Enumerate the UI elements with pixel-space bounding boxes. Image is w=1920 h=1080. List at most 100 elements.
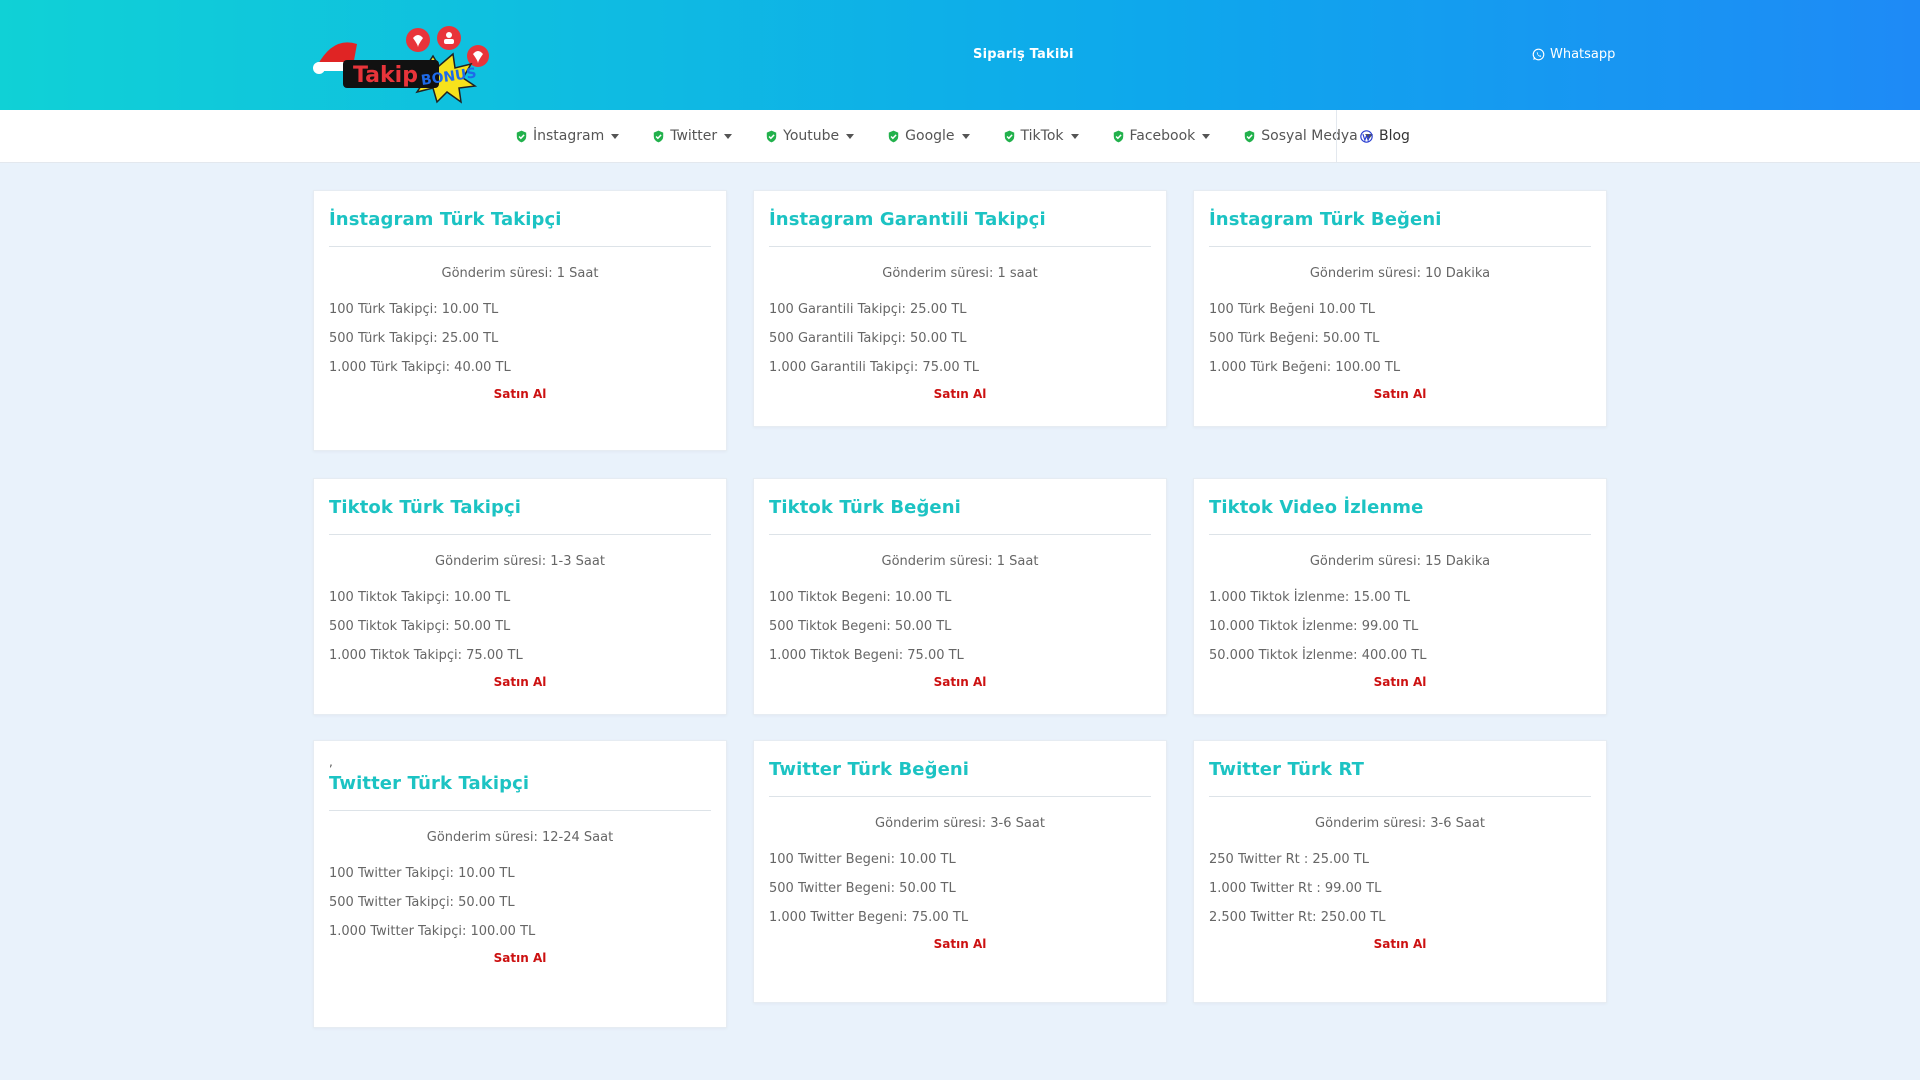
nav-google[interactable]: Google bbox=[887, 128, 970, 144]
price-row: 100 Türk Takipçi: 10.00 TL bbox=[329, 302, 499, 317]
caret-down-icon bbox=[1202, 133, 1211, 139]
price-row: 1.000 Twitter Takipçi: 100.00 TL bbox=[329, 924, 536, 939]
buy-button[interactable]: Satın Al bbox=[769, 937, 1151, 951]
price-row: 1.000 Türk Beğeni: 100.00 TL bbox=[1209, 360, 1401, 375]
price-row: 500 Garantili Takipçi: 50.00 TL bbox=[769, 331, 967, 346]
price-row: 500 Twitter Takipçi: 50.00 TL bbox=[329, 895, 515, 910]
price-row: 1.000 Twitter Rt : 99.00 TL bbox=[1209, 881, 1382, 896]
card-title: Twitter Türk RT bbox=[1209, 741, 1591, 797]
card-title: Twitter Türk Takipçi bbox=[329, 767, 711, 811]
delivery-time: Gönderim süresi: 12-24 Saat bbox=[426, 830, 614, 845]
verified-check-icon bbox=[1004, 130, 1014, 142]
buy-button[interactable]: Satın Al bbox=[1209, 675, 1591, 689]
caret-down-icon bbox=[1070, 133, 1079, 139]
price-row: 100 Garantili Takipçi: 25.00 TL bbox=[769, 302, 967, 317]
card-title: Tiktok Türk Beğeni bbox=[769, 479, 1151, 535]
nav-tiktok[interactable]: TikTok bbox=[1003, 128, 1079, 144]
caret-down-icon bbox=[611, 133, 620, 139]
price-row: 50.000 Tiktok İzlenme: 400.00 TL bbox=[1209, 648, 1427, 663]
nav-blog[interactable]: Blog bbox=[1360, 110, 1410, 162]
product-card: Tiktok Türk Beğeni Gönderim süresi: 1 Sa… bbox=[753, 478, 1167, 715]
buy-button[interactable]: Satın Al bbox=[1209, 387, 1591, 401]
price-row: 100 Twitter Begeni: 10.00 TL bbox=[769, 852, 956, 867]
product-card: Tiktok Video İzlenme Gönderim süresi: 15… bbox=[1193, 478, 1607, 715]
card-title: Tiktok Türk Takipçi bbox=[329, 479, 711, 535]
card-prefix: , bbox=[329, 755, 333, 769]
price-row: 1.000 Tiktok Takipçi: 75.00 TL bbox=[329, 648, 523, 663]
card-title: Twitter Türk Beğeni bbox=[769, 741, 1151, 797]
price-row: 2.500 Twitter Rt: 250.00 TL bbox=[1209, 910, 1386, 925]
price-row: 1.000 Garantili Takipçi: 75.00 TL bbox=[769, 360, 979, 375]
price-row: 500 Tiktok Takipçi: 50.00 TL bbox=[329, 619, 511, 634]
nav-label: TikTok bbox=[1020, 128, 1064, 144]
caret-down-icon bbox=[724, 133, 733, 139]
takip-bonus-logo[interactable]: Takip BONUS bbox=[313, 26, 495, 104]
buy-button[interactable]: Satın Al bbox=[769, 675, 1151, 689]
buy-button[interactable]: Satın Al bbox=[329, 675, 711, 689]
delivery-time: Gönderim süresi: 10 Dakika bbox=[1309, 266, 1491, 281]
buy-button[interactable]: Satın Al bbox=[329, 387, 711, 401]
whatsapp-icon bbox=[1532, 48, 1545, 61]
delivery-time: Gönderim süresi: 1-3 Saat bbox=[435, 554, 605, 569]
buy-button[interactable]: Satın Al bbox=[769, 387, 1151, 401]
delivery-time: Gönderim süresi: 1 Saat bbox=[881, 554, 1039, 569]
price-row: 500 Türk Beğeni: 50.00 TL bbox=[1209, 331, 1380, 346]
verified-check-icon bbox=[1245, 130, 1255, 142]
buy-button[interactable]: Satın Al bbox=[1209, 937, 1591, 951]
price-row: 500 Twitter Begeni: 50.00 TL bbox=[769, 881, 956, 896]
price-row: 500 Türk Takipçi: 25.00 TL bbox=[329, 331, 499, 346]
verified-check-icon bbox=[766, 130, 777, 142]
delivery-time: Gönderim süresi: 3-6 Saat bbox=[875, 816, 1045, 831]
delivery-time: Gönderim süresi: 1 saat bbox=[882, 266, 1038, 281]
product-card: İnstagram Garantili Takipçi Gönderim sür… bbox=[753, 190, 1167, 427]
nav-menu: İnstagram Twitter Youtube Google TikTok … bbox=[515, 110, 1406, 162]
nav-divider bbox=[1336, 110, 1337, 162]
whatsapp-label: Whatsapp bbox=[1550, 47, 1616, 62]
verified-check-icon bbox=[888, 130, 899, 142]
caret-down-icon bbox=[846, 133, 855, 139]
card-title: Tiktok Video İzlenme bbox=[1209, 479, 1591, 535]
nav-label: İnstagram bbox=[533, 128, 605, 144]
product-card: Twitter Türk RT Gönderim süresi: 3-6 Saa… bbox=[1193, 740, 1607, 1003]
delivery-time: Gönderim süresi: 3-6 Saat bbox=[1315, 816, 1485, 831]
nav-facebook[interactable]: Facebook bbox=[1112, 128, 1211, 144]
price-row: 250 Twitter Rt : 25.00 TL bbox=[1209, 852, 1369, 867]
wordpress-icon bbox=[1360, 129, 1373, 143]
main-navbar: İnstagram Twitter Youtube Google TikTok … bbox=[0, 110, 1920, 163]
product-card: İnstagram Türk Beğeni Gönderim süresi: 1… bbox=[1193, 190, 1607, 427]
nav-sosyal-medya[interactable]: Sosyal Medya bbox=[1243, 128, 1373, 144]
nav-label: Twitter bbox=[670, 128, 718, 144]
nav-blog-label: Blog bbox=[1379, 128, 1410, 144]
buy-button[interactable]: Satın Al bbox=[329, 951, 711, 965]
site-header: Takip BONUS Sipariş Takibi Whatsapp bbox=[0, 0, 1920, 110]
price-row: 10.000 Tiktok İzlenme: 99.00 TL bbox=[1209, 619, 1419, 634]
nav-label: Sosyal Medya bbox=[1261, 128, 1358, 144]
price-row: 100 Twitter Takipçi: 10.00 TL bbox=[329, 866, 515, 881]
verified-check-icon bbox=[1113, 130, 1123, 142]
delivery-time: Gönderim süresi: 15 Dakika bbox=[1309, 554, 1491, 569]
price-row: 100 Tiktok Takipçi: 10.00 TL bbox=[329, 590, 511, 605]
product-card: Tiktok Türk Takipçi Gönderim süresi: 1-3… bbox=[313, 478, 727, 715]
nav-label: Youtube bbox=[783, 128, 840, 144]
caret-down-icon bbox=[961, 133, 970, 139]
price-row: 100 Tiktok Begeni: 10.00 TL bbox=[769, 590, 952, 605]
verified-check-icon bbox=[654, 130, 664, 142]
delivery-time: Gönderim süresi: 1 Saat bbox=[441, 266, 599, 281]
nav-twitter[interactable]: Twitter bbox=[652, 128, 733, 144]
price-row: 1.000 Tiktok İzlenme: 15.00 TL bbox=[1209, 590, 1410, 605]
price-row: 500 Tiktok Begeni: 50.00 TL bbox=[769, 619, 952, 634]
price-row: 100 Türk Beğeni 10.00 TL bbox=[1209, 302, 1376, 317]
product-card: , Twitter Türk Takipçi Gönderim süresi: … bbox=[313, 740, 727, 1028]
logo-text: Takip bbox=[353, 63, 418, 88]
price-row: 1.000 Twitter Begeni: 75.00 TL bbox=[769, 910, 969, 925]
order-tracking-link[interactable]: Sipariş Takibi bbox=[973, 47, 1074, 62]
nav-instagram[interactable]: İnstagram bbox=[515, 128, 620, 144]
whatsapp-link[interactable]: Whatsapp bbox=[1532, 47, 1615, 62]
nav-youtube[interactable]: Youtube bbox=[765, 128, 855, 144]
product-card: Twitter Türk Beğeni Gönderim süresi: 3-6… bbox=[753, 740, 1167, 1003]
product-card: İnstagram Türk Takipçi Gönderim süresi: … bbox=[313, 190, 727, 451]
card-title: İnstagram Türk Takipçi bbox=[329, 191, 711, 247]
price-row: 1.000 Türk Takipçi: 40.00 TL bbox=[329, 360, 511, 375]
price-row: 1.000 Tiktok Begeni: 75.00 TL bbox=[769, 648, 964, 663]
card-title: İnstagram Garantili Takipçi bbox=[769, 191, 1151, 247]
